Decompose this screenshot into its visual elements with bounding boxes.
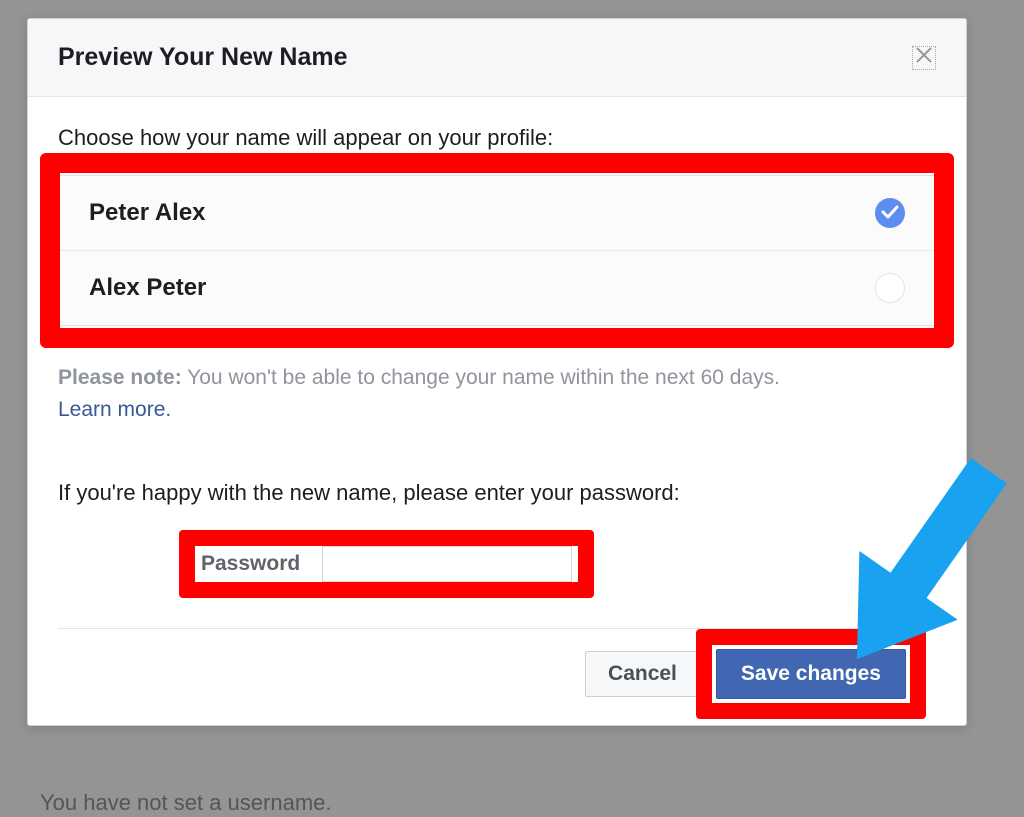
password-label: Password <box>201 552 300 576</box>
choose-prompt: Choose how your name will appear on your… <box>58 125 936 151</box>
password-prompt: If you're happy with the new name, pleas… <box>58 480 936 506</box>
name-option-2[interactable]: Alex Peter <box>59 250 935 325</box>
name-option-1[interactable]: Peter Alex <box>59 176 935 250</box>
modal-footer: Cancel Save changes <box>58 628 936 725</box>
password-input[interactable] <box>322 546 572 582</box>
radio-selected-icon <box>875 198 905 228</box>
username-status-text: You have not set a username. <box>40 790 332 816</box>
close-icon <box>915 46 933 70</box>
note-body: You won't be able to change your name wi… <box>182 366 780 389</box>
learn-more-link[interactable]: Learn more. <box>58 398 171 421</box>
name-options-list: Peter Alex Alex Peter <box>58 175 936 326</box>
save-button-wrapper: Save changes <box>716 649 906 699</box>
modal-header: Preview Your New Name <box>28 19 966 97</box>
radio-unselected-icon <box>875 273 905 303</box>
modal-title: Preview Your New Name <box>58 43 347 72</box>
note-text: Please note: You won't be able to change… <box>58 364 936 392</box>
name-option-label: Peter Alex <box>89 199 206 227</box>
learn-more-text: Learn more <box>58 398 165 421</box>
password-row: Password <box>183 532 590 596</box>
preview-name-modal: Preview Your New Name Choose how your na… <box>27 18 967 726</box>
close-button[interactable] <box>912 46 936 70</box>
save-changes-button[interactable]: Save changes <box>716 649 906 699</box>
cancel-button[interactable]: Cancel <box>585 651 700 697</box>
name-option-label: Alex Peter <box>89 274 206 302</box>
name-options-wrapper: Peter Alex Alex Peter <box>58 175 936 326</box>
note-prefix: Please note: <box>58 366 182 389</box>
check-icon <box>881 203 899 224</box>
password-row-wrapper: Password <box>183 532 590 596</box>
modal-body: Choose how your name will appear on your… <box>28 97 966 725</box>
